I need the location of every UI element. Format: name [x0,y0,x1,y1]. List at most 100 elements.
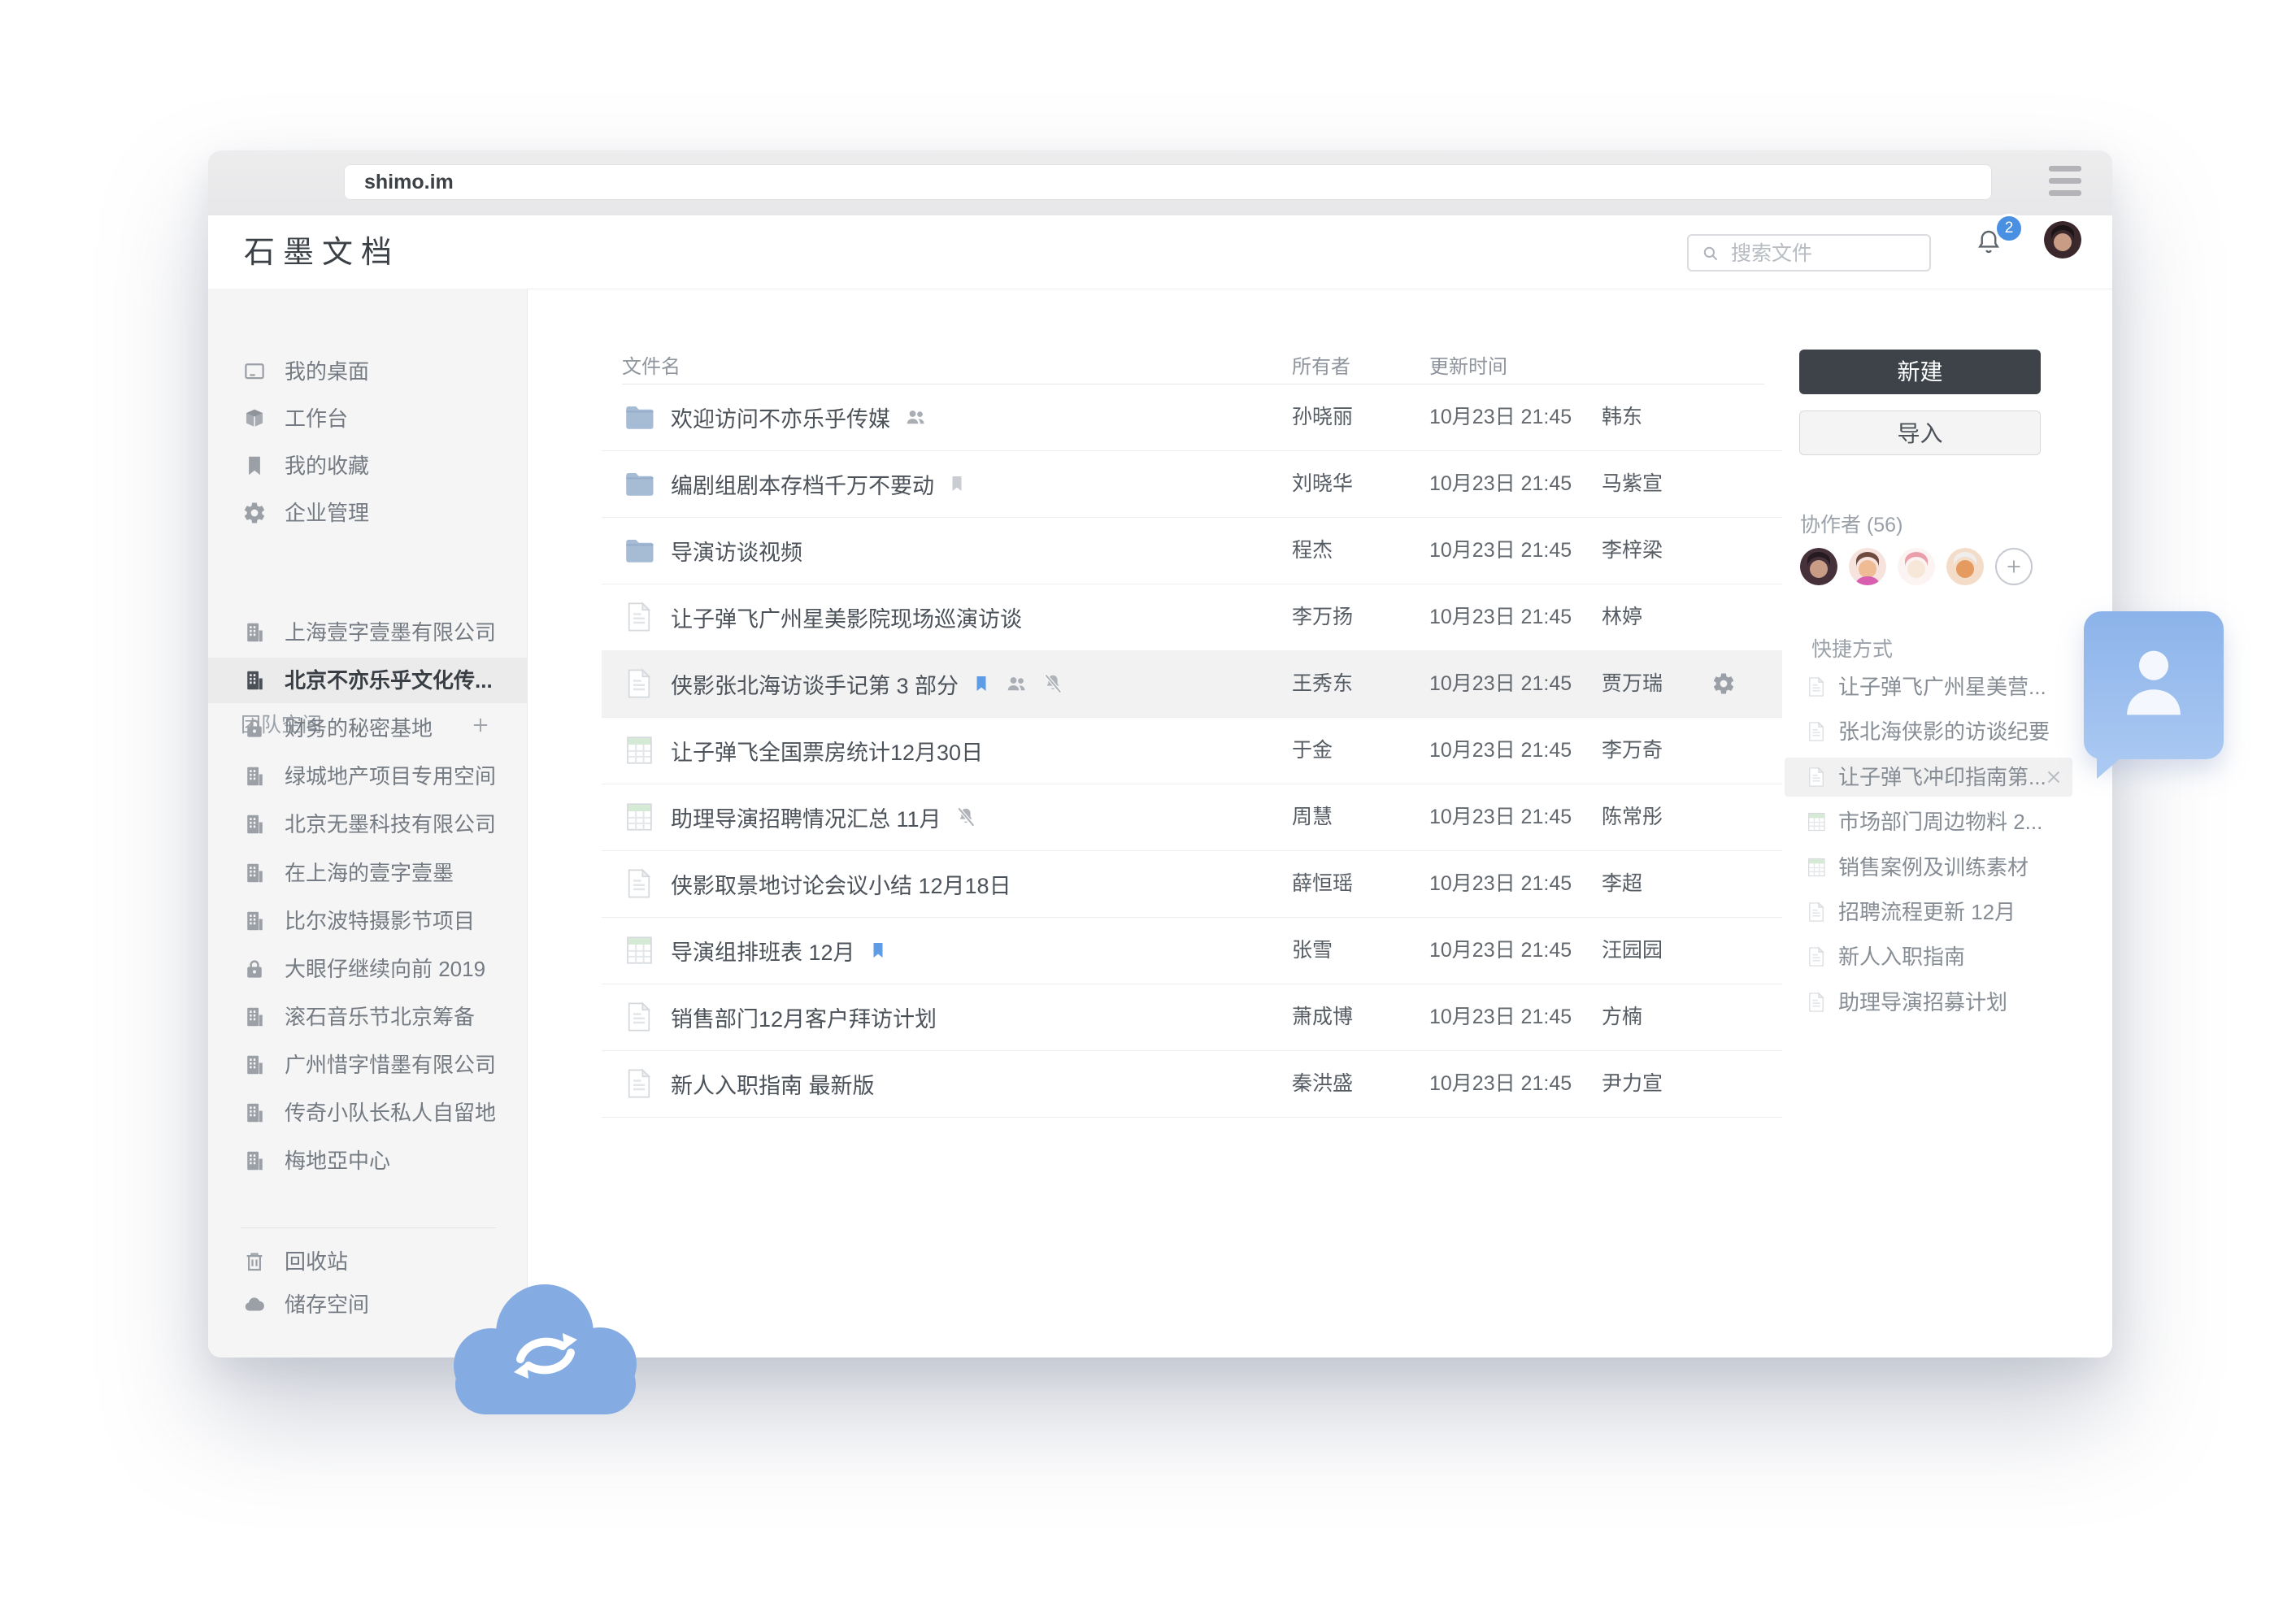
file-row[interactable]: 侠影张北海访谈手记第 3 部分 王秀东 10月23日 21:45 贾万瑞 [602,650,1782,718]
close-icon[interactable] [2043,767,2064,788]
feedback-bubble[interactable] [2084,611,2224,759]
file-title: 导演访谈视频 [671,535,802,567]
doc-icon [622,1066,656,1101]
building-icon [242,861,267,885]
file-title: 销售部门12月客户拜访计划 [671,1001,937,1033]
file-owner: 薛恒瑶 [1292,850,1353,917]
file-owner: 周慧 [1292,784,1333,850]
collaborator-avatar-1[interactable] [1800,548,1837,585]
file-title: 编剧组剧本存档千万不要动 [671,468,934,500]
bookmark-blue-icon [868,941,888,960]
team-space-item-1[interactable]: 北京不亦乐乎文化传... [208,658,527,703]
shortcut-item-5[interactable]: 招聘流程更新 12月 [1785,893,2072,932]
file-title: 新人入职指南 最新版 [671,1068,875,1100]
add-collaborator-button[interactable] [1995,548,2033,585]
file-row[interactable]: 导演访谈视频 程杰 10月23日 21:45 李梓梁 [602,517,1782,584]
file-row[interactable]: 让子弹飞广州星美影院现场巡演访谈 李万扬 10月23日 21:45 林婷 [602,584,1782,651]
file-owner: 王秀东 [1292,650,1353,717]
shortcut-item-4[interactable]: 销售案例及训练素材 [1785,848,2072,887]
file-updated: 10月23日 21:45 [1429,850,1572,917]
file-owner: 孙晓丽 [1292,384,1353,450]
sheet-icon [1805,810,1828,833]
doc-icon [622,1000,656,1034]
search-box[interactable] [1687,234,1931,272]
sidebar-item-2[interactable]: 我的收藏 [208,443,527,489]
file-editor: 方楠 [1602,984,1642,1050]
file-editor: 林婷 [1602,584,1642,650]
column-updated: 更新时间 [1429,350,1507,379]
building-icon [242,668,267,693]
shortcut-item-2[interactable]: 让子弹飞冲印指南第... [1785,758,2072,797]
file-updated: 10月23日 21:45 [1429,1050,1572,1117]
collaborator-avatar-3[interactable] [1898,548,1935,585]
shortcut-item-6[interactable]: 新人入职指南 [1785,937,2072,976]
sidebar-item-1[interactable]: 工作台 [208,396,527,441]
team-space-item-10[interactable]: 传奇小队长私人自留地 [208,1090,527,1136]
file-row[interactable]: 编剧组剧本存档千万不要动 刘晓华 10月23日 21:45 马紫宣 [602,450,1782,518]
file-title: 让子弹飞广州星美影院现场巡演访谈 [671,602,1022,633]
file-updated: 10月23日 21:45 [1429,650,1572,717]
file-row[interactable]: 导演组排班表 12月 张雪 10月23日 21:45 汪园园 [602,917,1782,984]
building-icon [242,812,267,836]
bookmark-blue-icon [972,674,991,693]
building-icon [242,620,267,645]
url-bar[interactable]: shimo.im [344,164,1992,200]
shortcut-item-0[interactable]: 让子弹飞广州星美营... [1785,667,2072,706]
row-settings-gear-icon[interactable] [1711,671,1736,696]
file-owner: 程杰 [1292,517,1333,584]
team-space-item-3[interactable]: 绿城地产项目专用空间 [208,754,527,799]
sidebar-item-3[interactable]: 企业管理 [208,490,527,536]
shortcut-item-7[interactable]: 助理导演招募计划 [1785,983,2072,1022]
sheet-icon [622,933,656,967]
file-editor: 尹力宣 [1602,1050,1663,1117]
team-space-item-9[interactable]: 广州惜字惜墨有限公司 [208,1042,527,1088]
file-editor: 贾万瑞 [1602,650,1663,717]
team-space-item-7[interactable]: 大眼仔继续向前 2019 [208,946,527,992]
doc-icon [1805,991,1828,1014]
file-updated: 10月23日 21:45 [1429,384,1572,450]
user-avatar[interactable] [2044,221,2081,258]
file-row[interactable]: 助理导演招聘情况汇总 11月 周慧 10月23日 21:45 陈常彤 [602,784,1782,851]
file-row[interactable]: 侠影取景地讨论会议小结 12月18日 薛恒瑶 10月23日 21:45 李超 [602,850,1782,918]
plus-icon [2004,557,2024,576]
file-owner: 于金 [1292,717,1333,784]
file-editor: 马紫宣 [1602,450,1663,517]
search-input[interactable] [1729,236,1928,272]
file-updated: 10月23日 21:45 [1429,984,1572,1050]
team-space-item-0[interactable]: 上海壹字壹墨有限公司 [208,610,527,655]
shortcut-item-1[interactable]: 张北海侠影的访谈纪要 [1785,712,2072,751]
new-button[interactable]: 新建 [1799,350,2041,394]
shortcut-item-3[interactable]: 市场部门周边物料 2... [1785,802,2072,841]
collaborator-avatar-2[interactable] [1849,548,1886,585]
team-space-item-4[interactable]: 北京无墨科技有限公司 [208,802,527,847]
sheet-icon [1805,856,1828,879]
file-row[interactable]: 销售部门12月客户拜访计划 萧成博 10月23日 21:45 方楠 [602,984,1782,1051]
workbench-icon [242,406,267,431]
building-icon [242,1149,267,1173]
app-header: 石墨文档 2 [208,215,2112,289]
file-row[interactable]: 新人入职指南 最新版 秦洪盛 10月23日 21:45 尹力宣 [602,1050,1782,1118]
building-icon [242,1101,267,1125]
team-space-item-5[interactable]: 在上海的壹字壹墨 [208,850,527,896]
building-icon [242,909,267,933]
import-button[interactable]: 导入 [1799,411,2041,455]
file-editor: 汪园园 [1602,917,1663,984]
browser-menu-button[interactable] [2049,166,2081,202]
sidebar: 我的桌面 工作台 我的收藏 企业管理 团队空间 上海壹字壹墨有限公司 北京不亦乐… [208,289,528,1358]
team-space-item-6[interactable]: 比尔波特摄影节项目 [208,898,527,944]
cloud-sync-button[interactable] [439,1275,652,1419]
file-updated: 10月23日 21:45 [1429,917,1572,984]
sidebar-item-0[interactable]: 我的桌面 [208,349,527,394]
page-background: shimo.im 石墨文档 2 [0,0,2296,1603]
file-row[interactable]: 欢迎访问不亦乐乎传媒 孙晓丽 10月23日 21:45 韩东 [602,384,1782,451]
file-row[interactable]: 让子弹飞全国票房统计12月30日 于金 10月23日 21:45 李万奇 [602,717,1782,784]
team-space-item-8[interactable]: 滚石音乐节北京筹备 [208,994,527,1040]
team-space-item-2[interactable]: 财务的秘密基地 [208,706,527,751]
doc-icon [1805,945,1828,968]
file-updated: 10月23日 21:45 [1429,450,1572,517]
collaborator-avatar-4[interactable] [1946,548,1984,585]
team-space-item-11[interactable]: 梅地亞中心 [208,1138,527,1184]
file-owner: 张雪 [1292,917,1333,984]
file-editor: 李万奇 [1602,717,1663,784]
url-text: shimo.im [364,165,454,199]
